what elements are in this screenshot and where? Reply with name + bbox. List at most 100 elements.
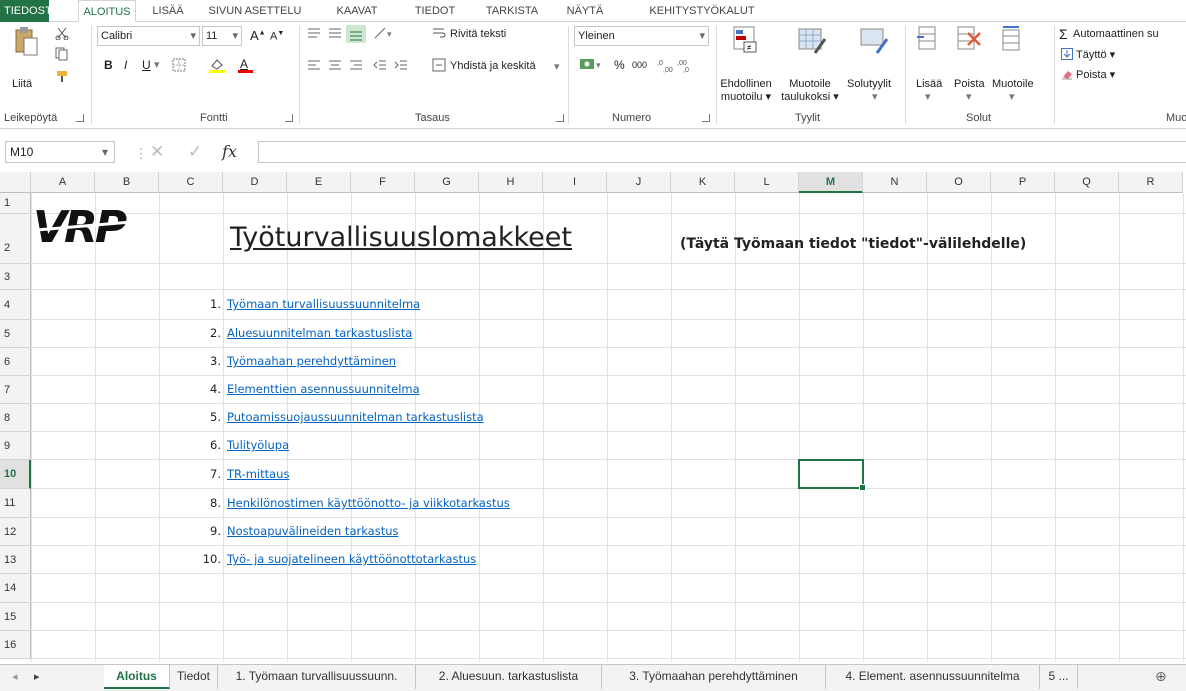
column-header-k[interactable]: K: [671, 172, 735, 193]
form-link[interactable]: Putoamissuojaussuunnitelman tarkastuslis…: [227, 410, 484, 424]
delete-cells-icon[interactable]: [956, 25, 982, 56]
sheet-tab[interactable]: 1. Työmaan turvallisuussuunn.: [218, 665, 416, 689]
fill-color-icon[interactable]: [208, 57, 226, 76]
format-cells-button[interactable]: Muotoile: [992, 78, 1034, 90]
column-header-h[interactable]: H: [479, 172, 543, 193]
row-header-3[interactable]: 3: [0, 264, 31, 290]
form-link[interactable]: Työmaan turvallisuussuunnitelma: [227, 297, 420, 311]
number-format-select[interactable]: Yleinen ▾: [574, 26, 709, 46]
cancel-icon[interactable]: ✕: [150, 142, 164, 162]
row-header-5[interactable]: 5: [0, 320, 31, 348]
format-cells-icon[interactable]: [1000, 25, 1024, 56]
formula-input[interactable]: [258, 141, 1186, 163]
number-launcher-icon[interactable]: [702, 114, 710, 122]
underline-dropdown-icon[interactable]: ▾: [154, 58, 160, 71]
decrease-indent-icon[interactable]: [373, 59, 387, 74]
column-header-j[interactable]: J: [607, 172, 671, 193]
tab-review[interactable]: TARKISTA: [481, 0, 543, 22]
conditional-format-icon[interactable]: ≠: [732, 25, 762, 58]
underline-button[interactable]: U: [142, 58, 151, 72]
comma-style-button[interactable]: 000: [632, 60, 647, 70]
cell-styles-button[interactable]: Solutyylit: [847, 78, 891, 90]
format-as-table-icon[interactable]: [797, 25, 827, 58]
increase-indent-icon[interactable]: [394, 59, 408, 74]
row-header-13[interactable]: 13: [0, 546, 31, 574]
percent-button[interactable]: %: [614, 58, 625, 72]
merge-center-button[interactable]: Yhdistä ja keskitä: [450, 60, 536, 72]
format-painter-icon[interactable]: [55, 69, 71, 86]
align-left-icon[interactable]: [307, 59, 321, 74]
row-header-1[interactable]: 1: [0, 193, 31, 214]
tab-formulas[interactable]: KAAVAT: [330, 0, 384, 22]
worksheet-grid[interactable]: ABCDEFGHIJKLMNOPQR 1 2 3 4 5 6 7 8 9 10 11 12 13 14 15…: [0, 172, 1186, 662]
insert-cells-button[interactable]: Lisää: [916, 78, 942, 90]
tab-home[interactable]: ALOITUS: [78, 0, 136, 22]
cell-styles-icon[interactable]: [859, 25, 889, 58]
tab-data[interactable]: TIEDOT: [412, 0, 458, 22]
selected-cell[interactable]: [798, 459, 866, 491]
sheet-tab[interactable]: 3. Työmaahan perehdyttäminen: [602, 665, 826, 689]
font-color-icon[interactable]: A: [237, 56, 255, 77]
row-header-2[interactable]: 2: [0, 214, 31, 264]
fill-button[interactable]: Täyttö ▾: [1076, 48, 1115, 61]
tab-developer[interactable]: KEHITYSTYÖKALUT: [649, 0, 755, 22]
italic-button[interactable]: I: [124, 58, 127, 72]
column-header-b[interactable]: B: [95, 172, 159, 193]
currency-icon[interactable]: ▾: [579, 56, 605, 75]
column-header-o[interactable]: O: [927, 172, 991, 193]
paste-label[interactable]: Liitä: [12, 78, 32, 90]
row-header-9[interactable]: 9: [0, 432, 31, 460]
align-middle-icon[interactable]: [328, 27, 342, 42]
sheet-tab[interactable]: Aloitus: [104, 665, 170, 689]
orientation-icon[interactable]: ▾: [373, 25, 395, 44]
bold-button[interactable]: B: [104, 58, 113, 72]
name-box[interactable]: M10 ▾: [5, 141, 115, 163]
font-name-select[interactable]: Calibri ▾: [97, 26, 200, 46]
conditional-format-button[interactable]: Ehdollinen muotoilu ▾: [720, 78, 772, 104]
add-sheet-icon[interactable]: ⊕: [1155, 668, 1167, 685]
row-header-15[interactable]: 15: [0, 603, 31, 631]
form-link[interactable]: Henkilönostimen käyttöönotto- ja viikkot…: [227, 496, 510, 510]
align-bottom-icon[interactable]: [346, 25, 366, 43]
column-header-e[interactable]: E: [287, 172, 351, 193]
tab-insert[interactable]: LISÄÄ: [148, 0, 188, 22]
row-header-11[interactable]: 11: [0, 489, 31, 518]
borders-icon[interactable]: [172, 58, 186, 75]
scroll-right-icon[interactable]: ▸: [34, 670, 40, 683]
form-link[interactable]: Tulityölupa: [227, 438, 289, 452]
column-header-l[interactable]: L: [735, 172, 799, 193]
font-launcher-icon[interactable]: [285, 114, 293, 122]
alignment-launcher-icon[interactable]: [556, 114, 564, 122]
form-link[interactable]: Työ- ja suojatelineen käyttöönottotarkas…: [227, 552, 476, 566]
format-as-table-button[interactable]: Muotoile taulukoksi ▾: [777, 78, 843, 104]
copy-icon[interactable]: [55, 47, 73, 64]
fill-icon[interactable]: [1061, 48, 1073, 63]
clear-icon[interactable]: [1061, 68, 1073, 83]
grow-font-icon[interactable]: A▲: [250, 28, 266, 43]
font-size-select[interactable]: 11 ▾: [202, 26, 242, 46]
insert-function-button[interactable]: fx: [222, 142, 237, 161]
column-header-c[interactable]: C: [159, 172, 223, 193]
row-header-10[interactable]: 10: [0, 460, 31, 489]
align-center-icon[interactable]: [328, 59, 342, 74]
decrease-decimal-icon[interactable]: ,00,0: [677, 57, 695, 76]
shrink-font-icon[interactable]: A▼: [270, 30, 284, 43]
column-header-r[interactable]: R: [1119, 172, 1183, 193]
delete-cells-button[interactable]: Poista: [954, 78, 985, 90]
tab-page-layout[interactable]: SIVUN ASETTELU: [205, 0, 305, 22]
column-header-g[interactable]: G: [415, 172, 479, 193]
cell-styles-dropdown-icon[interactable]: ▾: [872, 90, 878, 103]
select-all-corner[interactable]: [0, 172, 31, 193]
column-header-n[interactable]: N: [863, 172, 927, 193]
sheet-tab[interactable]: Tiedot: [170, 665, 218, 689]
tab-view[interactable]: NÄYTÄ: [565, 0, 605, 22]
form-link[interactable]: TR-mittaus: [227, 467, 289, 481]
column-header-p[interactable]: P: [991, 172, 1055, 193]
row-header-12[interactable]: 12: [0, 518, 31, 546]
column-header-i[interactable]: I: [543, 172, 607, 193]
format-dropdown-icon[interactable]: ▾: [1009, 90, 1015, 103]
align-right-icon[interactable]: [349, 59, 363, 74]
insert-dropdown-icon[interactable]: ▾: [925, 90, 931, 103]
column-header-f[interactable]: F: [351, 172, 415, 193]
form-link[interactable]: Elementtien asennussuunnitelma: [227, 382, 420, 396]
